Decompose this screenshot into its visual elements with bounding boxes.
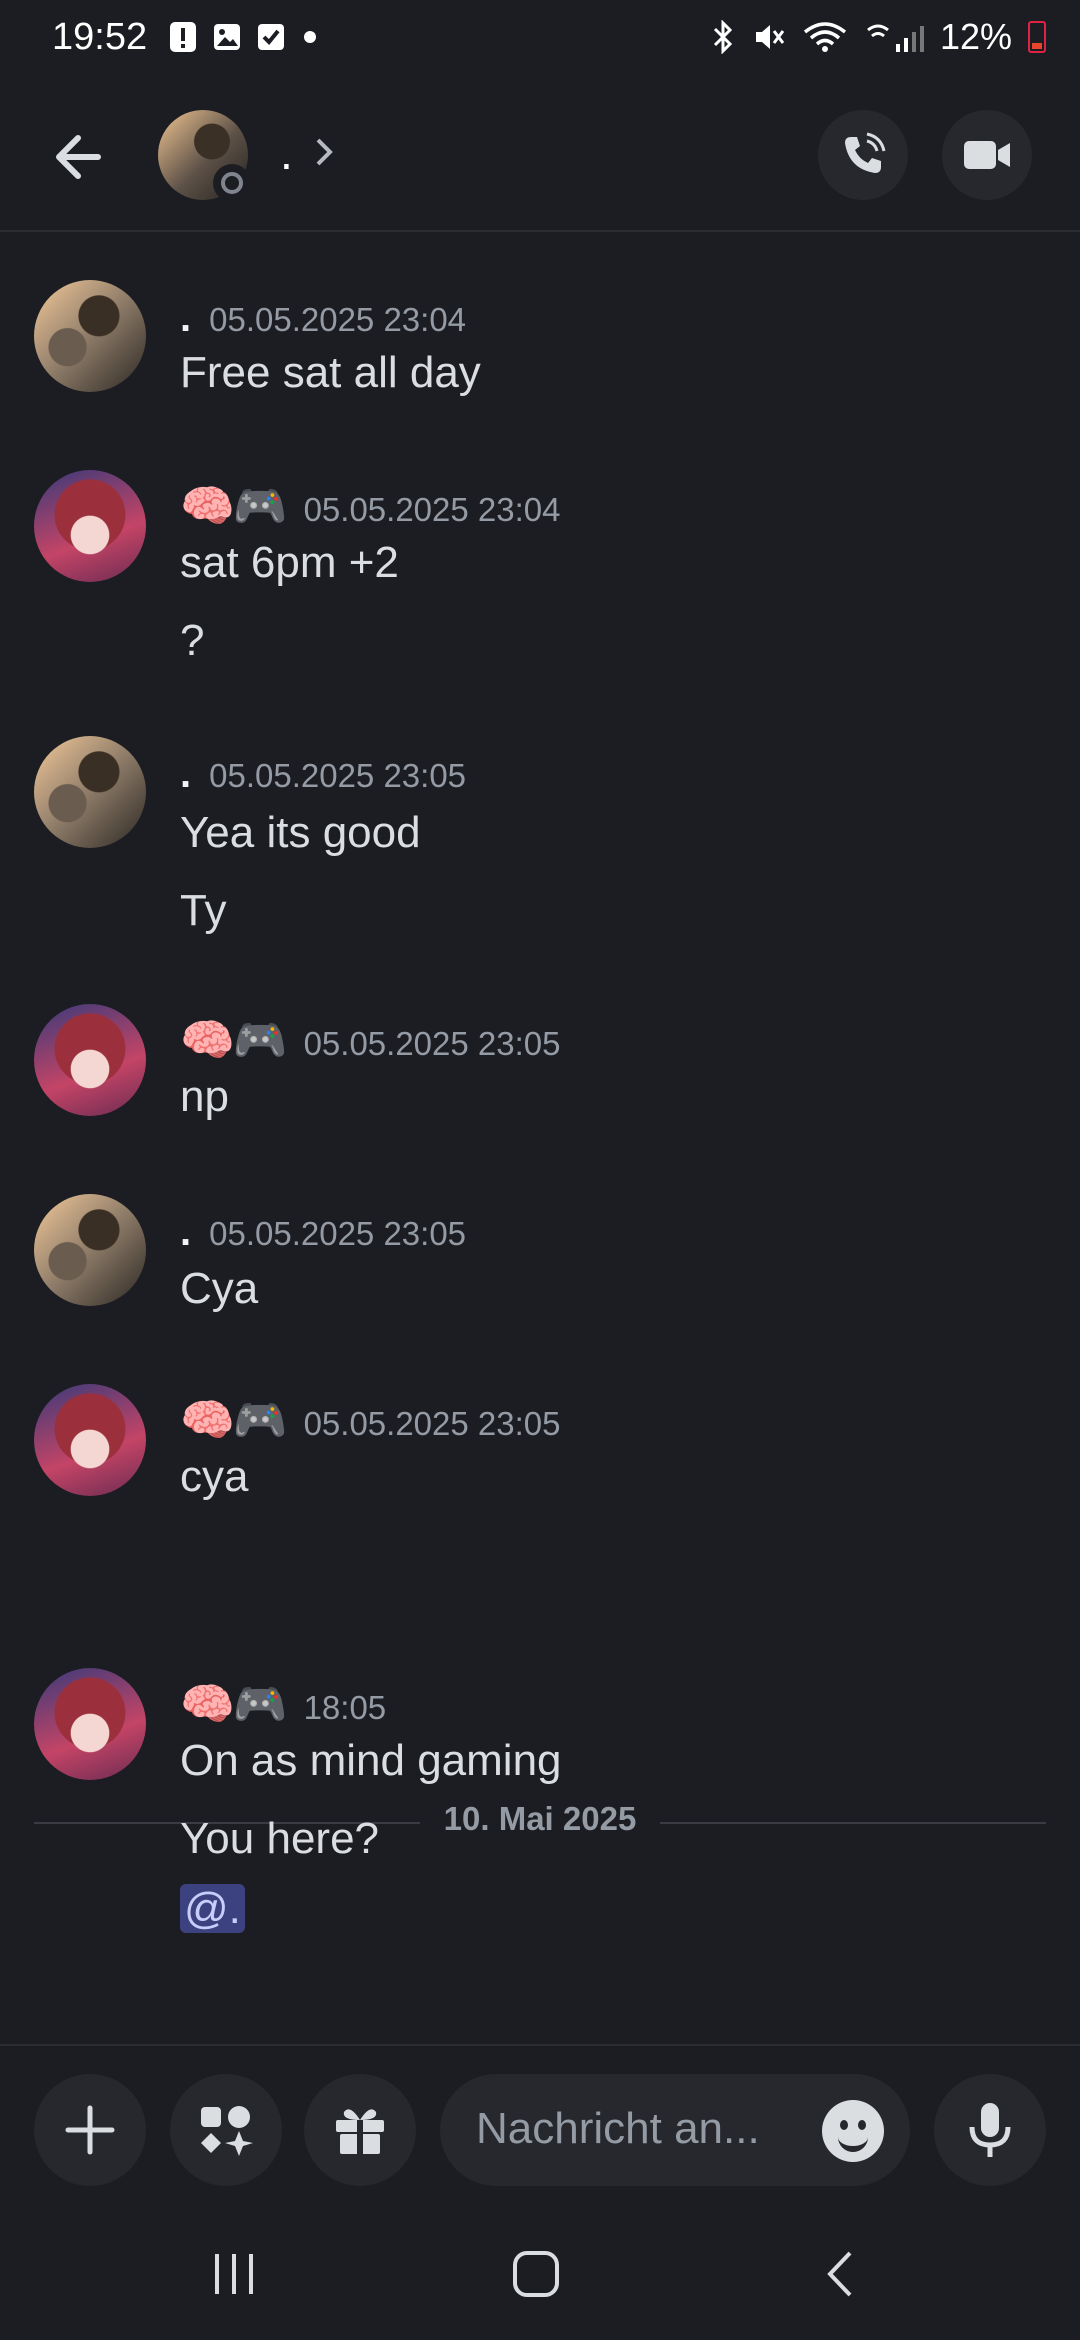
chat-header: . <box>0 80 1080 232</box>
mute-icon <box>755 25 785 49</box>
message-input[interactable]: Nachricht an... <box>440 2074 910 2186</box>
checkbox-icon <box>258 24 284 50</box>
apps-button[interactable] <box>170 2074 282 2186</box>
message-timestamp: 05.05.2025 23:05 <box>303 1025 561 1062</box>
author-name[interactable]: 🧠🎮 <box>180 480 288 532</box>
status-time: 19:52 <box>52 16 148 58</box>
more-notifications-icon <box>304 31 316 43</box>
user-mention[interactable]: @. <box>180 1884 245 1933</box>
message-text[interactable]: cya <box>180 1452 248 1502</box>
signal-icon <box>867 24 924 52</box>
system-back-button[interactable] <box>800 2244 880 2304</box>
author-avatar[interactable] <box>34 1668 146 1780</box>
home-button[interactable] <box>496 2244 576 2304</box>
author-name[interactable]: . <box>180 296 191 341</box>
author-avatar[interactable] <box>34 1194 146 1306</box>
back-arrow-icon[interactable] <box>46 122 116 192</box>
author-name[interactable]: 🧠🎮 <box>180 1014 288 1066</box>
apps-icon <box>201 2106 253 2156</box>
message-timestamp: 05.05.2025 23:04 <box>303 491 561 528</box>
author-name[interactable]: 🧠🎮 <box>180 1394 288 1446</box>
emoji-picker-icon[interactable] <box>822 2100 884 2162</box>
message-text[interactable]: @. <box>180 1884 245 1934</box>
wifi-icon <box>803 22 847 52</box>
message-timestamp: 05.05.2025 23:05 <box>209 757 467 794</box>
recent-apps-button[interactable] <box>194 2244 274 2304</box>
message-text[interactable]: ? <box>180 616 204 666</box>
message-timestamp: 05.05.2025 23:05 <box>209 1215 467 1252</box>
gift-icon <box>336 2109 384 2154</box>
date-divider-label: 10. Mai 2025 <box>419 1800 661 1837</box>
author-name[interactable]: 🧠🎮 <box>180 1678 288 1730</box>
message-list[interactable]: . 05.05.2025 23:04 Free sat all day 🧠🎮 05.… <box>0 232 1080 2042</box>
bluetooth-icon <box>713 20 733 54</box>
gift-button[interactable] <box>304 2074 416 2186</box>
add-attachment-button[interactable] <box>34 2074 146 2186</box>
author-name[interactable]: . <box>180 1210 191 1255</box>
voice-message-button[interactable] <box>934 2074 1046 2186</box>
message-text[interactable]: sat 6pm +2 <box>180 538 399 588</box>
chevron-right-icon[interactable] <box>310 132 340 172</box>
gallery-icon <box>214 24 240 50</box>
battery-icon <box>1028 21 1046 53</box>
microphone-icon <box>969 2103 1011 2157</box>
video-call-button[interactable] <box>942 110 1032 200</box>
chevron-left-icon <box>827 2251 852 2297</box>
status-offline-icon <box>213 164 251 202</box>
message-text[interactable]: np <box>180 1072 229 1122</box>
home-icon <box>513 2251 559 2297</box>
plus-icon <box>65 2105 115 2155</box>
video-camera-icon <box>964 141 1010 169</box>
recent-apps-icon <box>215 2254 253 2294</box>
author-name[interactable]: . <box>180 752 191 797</box>
message-text[interactable]: Ty <box>180 886 226 936</box>
author-avatar[interactable] <box>34 736 146 848</box>
message-timestamp: 05.05.2025 23:04 <box>209 301 467 338</box>
contact-name[interactable]: . <box>280 126 293 180</box>
message-text[interactable]: On as mind gaming <box>180 1736 562 1786</box>
message-timestamp: 18:05 <box>303 1689 387 1726</box>
alert-icon <box>170 22 196 52</box>
phone-icon <box>845 132 886 173</box>
message-input-placeholder: Nachricht an... <box>476 2104 760 2153</box>
message-text[interactable]: Cya <box>180 1264 258 1314</box>
author-avatar[interactable] <box>34 1004 146 1116</box>
notification-icons <box>168 20 316 54</box>
author-avatar[interactable] <box>34 470 146 582</box>
message-text[interactable]: Yea its good <box>180 808 421 858</box>
message-text[interactable]: Free sat all day <box>180 348 481 398</box>
message-text[interactable]: You here? <box>180 1814 379 1864</box>
message-composer: Nachricht an... <box>0 2044 1080 2196</box>
voice-call-button[interactable] <box>818 110 908 200</box>
battery-percent: 12% <box>939 16 1012 57</box>
status-bar: 19:52 12% <box>0 0 1080 80</box>
system-icons: 12% <box>710 16 1046 58</box>
message-timestamp: 05.05.2025 23:05 <box>303 1405 561 1442</box>
system-navigation-bar <box>0 2200 1080 2340</box>
date-divider: 10. Mai 2025 <box>0 1800 1080 1838</box>
author-avatar[interactable] <box>34 280 146 392</box>
author-avatar[interactable] <box>34 1384 146 1496</box>
